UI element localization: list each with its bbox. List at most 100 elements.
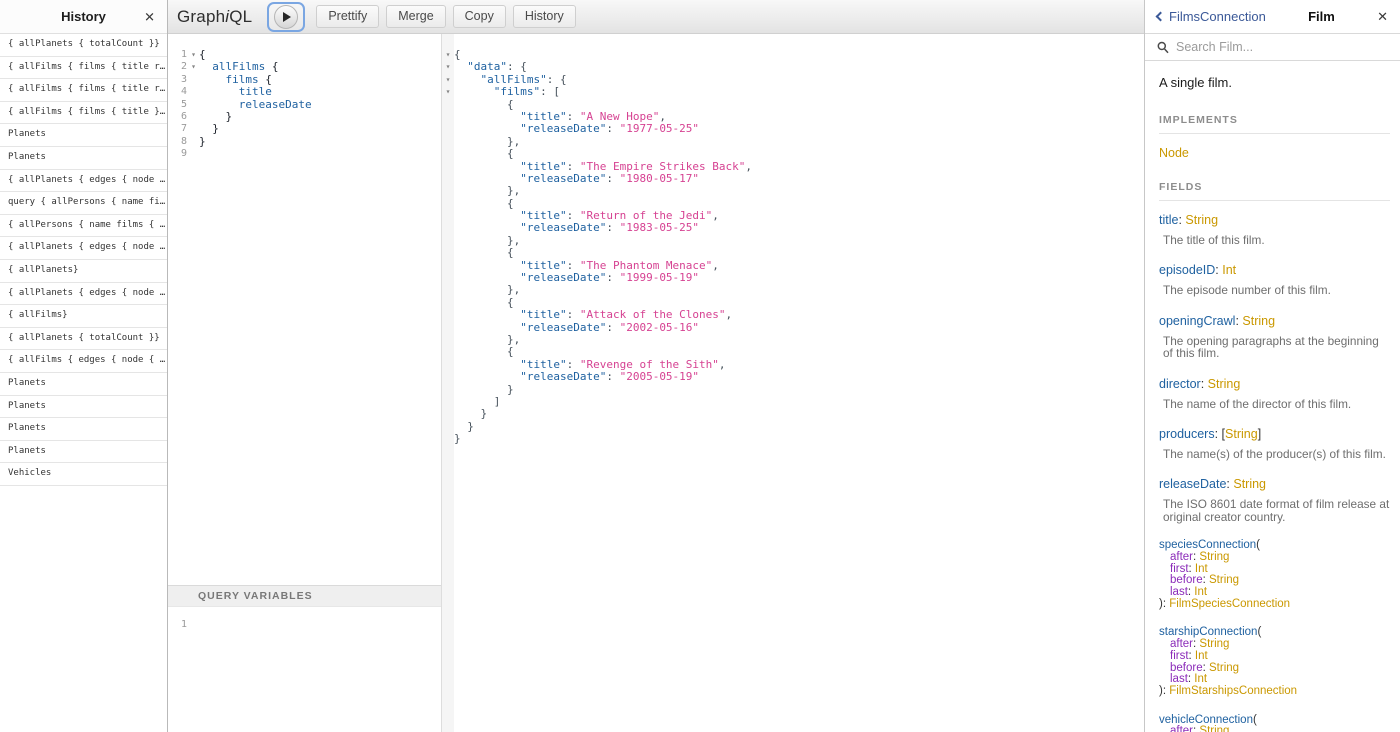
- query-variables-title-bar[interactable]: QUERY VARIABLES: [168, 585, 441, 607]
- doc-type-link[interactable]: String: [1199, 551, 1229, 563]
- doc-type-link[interactable]: Int: [1194, 673, 1207, 685]
- doc-field-link[interactable]: title: [1159, 213, 1178, 227]
- doc-search-input[interactable]: [1176, 40, 1388, 54]
- fold-gutter: [188, 74, 199, 86]
- doc-type-link[interactable]: String: [1208, 377, 1241, 391]
- execute-button-focus-ring: [267, 2, 305, 32]
- doc-field-link[interactable]: openingCrawl: [1159, 314, 1235, 328]
- fold-gutter: [442, 99, 454, 111]
- doc-field-link[interactable]: releaseDate: [1159, 477, 1226, 491]
- doc-type-link[interactable]: String: [1199, 638, 1229, 650]
- doc-type-link[interactable]: String: [1209, 574, 1239, 586]
- history-item[interactable]: Planets: [0, 373, 167, 396]
- execute-query-button[interactable]: [274, 5, 298, 29]
- fold-gutter: [442, 297, 454, 309]
- doc-field-description: The ISO 8601 date format of film release…: [1163, 498, 1390, 523]
- doc-field-link[interactable]: speciesConnection: [1159, 539, 1256, 551]
- doc-type-link[interactable]: Node: [1159, 146, 1189, 160]
- history-item[interactable]: { allFilms { films { title r…: [0, 57, 167, 80]
- code-line: },: [442, 284, 1144, 296]
- doc-type-link[interactable]: Int: [1195, 650, 1208, 662]
- history-item[interactable]: { allPlanets { edges { node …: [0, 283, 167, 306]
- doc-field-link[interactable]: starshipConnection: [1159, 626, 1257, 638]
- doc-field: releaseDate: StringThe ISO 8601 date for…: [1159, 477, 1390, 523]
- doc-type-link[interactable]: FilmSpeciesConnection: [1169, 598, 1290, 610]
- history-item[interactable]: { allPlanets { edges { node …: [0, 170, 167, 193]
- history-panel-title: History: [61, 9, 106, 24]
- doc-type-link[interactable]: String: [1209, 662, 1239, 674]
- doc-arg-name: last: [1170, 673, 1188, 685]
- copy-button[interactable]: Copy: [453, 5, 506, 28]
- history-item[interactable]: { allFilms}: [0, 305, 167, 328]
- history-item[interactable]: Planets: [0, 396, 167, 419]
- close-icon[interactable]: ✕: [144, 10, 155, 23]
- doc-field-link[interactable]: episodeID: [1159, 263, 1215, 277]
- history-button[interactable]: History: [513, 5, 576, 28]
- code-line: "releaseDate": "1980-05-17": [442, 173, 1144, 185]
- fold-gutter: [442, 161, 454, 173]
- code-line: "releaseDate": "1977-05-25": [442, 123, 1144, 135]
- doc-arg-name: last: [1170, 586, 1188, 598]
- prettify-button[interactable]: Prettify: [316, 5, 379, 28]
- variables-editor[interactable]: 1: [168, 607, 441, 631]
- history-item[interactable]: { allPlanets { totalCount }}: [0, 34, 167, 57]
- history-item[interactable]: { allPlanets { totalCount }}: [0, 328, 167, 351]
- doc-arg-name: after: [1170, 725, 1193, 732]
- code-line: "releaseDate": "1999-05-19": [442, 272, 1144, 284]
- line-number: 4: [168, 86, 188, 98]
- line-number: 2: [168, 61, 188, 73]
- doc-type-link[interactable]: String: [1185, 213, 1218, 227]
- fold-arrow-icon[interactable]: ▾: [442, 61, 454, 73]
- history-item[interactable]: { allFilms { films { title }…: [0, 102, 167, 125]
- fold-arrow-icon[interactable]: ▾: [442, 49, 454, 61]
- history-item[interactable]: Planets: [0, 441, 167, 464]
- doc-field-description: The title of this film.: [1163, 234, 1390, 246]
- doc-search-row: [1145, 34, 1400, 61]
- history-item[interactable]: query { allPersons { name fi…: [0, 192, 167, 215]
- doc-type-link[interactable]: String: [1199, 725, 1229, 732]
- history-item[interactable]: { allPlanets { edges { node …: [0, 237, 167, 260]
- history-item[interactable]: { allFilms { films { title r…: [0, 79, 167, 102]
- doc-type-link[interactable]: String: [1225, 427, 1258, 441]
- implements-list: Node: [1159, 146, 1390, 160]
- doc-field-link[interactable]: producers: [1159, 427, 1215, 441]
- doc-type-link[interactable]: String: [1233, 477, 1266, 491]
- doc-back-link[interactable]: FilmsConnection: [1157, 9, 1266, 24]
- fold-gutter: [442, 408, 454, 420]
- doc-type-link[interactable]: String: [1242, 314, 1275, 328]
- doc-field: vehicleConnection(after: Stringfirst: In…: [1159, 715, 1390, 732]
- fold-gutter: [442, 148, 454, 160]
- doc-field-link[interactable]: director: [1159, 377, 1201, 391]
- line-number: 3: [168, 74, 188, 86]
- history-item[interactable]: { allPersons { name films { …: [0, 215, 167, 238]
- doc-field-description: The name of the director of this film.: [1163, 398, 1390, 410]
- history-item[interactable]: { allPlanets}: [0, 260, 167, 283]
- history-item[interactable]: { allFilms { edges { node { …: [0, 350, 167, 373]
- result-pane: ▾{▾ "data": {▾ "allFilms": {▾ "films": […: [442, 34, 1144, 732]
- history-item[interactable]: Vehicles: [0, 463, 167, 486]
- merge-button[interactable]: Merge: [386, 5, 445, 28]
- doc-field-link[interactable]: vehicleConnection: [1159, 714, 1253, 726]
- doc-field: openingCrawl: StringThe opening paragrap…: [1159, 314, 1390, 360]
- doc-type-link[interactable]: FilmStarshipsConnection: [1169, 685, 1297, 697]
- history-item[interactable]: Planets: [0, 124, 167, 147]
- doc-type-link[interactable]: Int: [1222, 263, 1236, 277]
- history-item[interactable]: Planets: [0, 147, 167, 170]
- fold-arrow-icon[interactable]: ▾: [442, 74, 454, 86]
- line-number: 8: [168, 136, 188, 148]
- fold-gutter: [188, 86, 199, 98]
- query-editor[interactable]: 1▾{2▾ allFilms {3 films {4 title5 releas…: [168, 34, 441, 161]
- doc-type-link[interactable]: Int: [1195, 563, 1208, 575]
- fold-gutter: [442, 173, 454, 185]
- fold-arrow-icon[interactable]: ▾: [188, 61, 199, 73]
- doc-content: A single film. IMPLEMENTS Node FIELDS ti…: [1145, 61, 1400, 732]
- fold-arrow-icon[interactable]: ▾: [188, 49, 199, 61]
- fold-gutter: [442, 235, 454, 247]
- fold-gutter: [442, 123, 454, 135]
- doc-explorer-header: FilmsConnection Film ✕: [1145, 0, 1400, 34]
- doc-type-link[interactable]: Int: [1194, 586, 1207, 598]
- close-icon[interactable]: ✕: [1377, 10, 1388, 23]
- fold-arrow-icon[interactable]: ▾: [442, 86, 454, 98]
- code-line: ▾ "films": [: [442, 86, 1144, 98]
- history-item[interactable]: Planets: [0, 418, 167, 441]
